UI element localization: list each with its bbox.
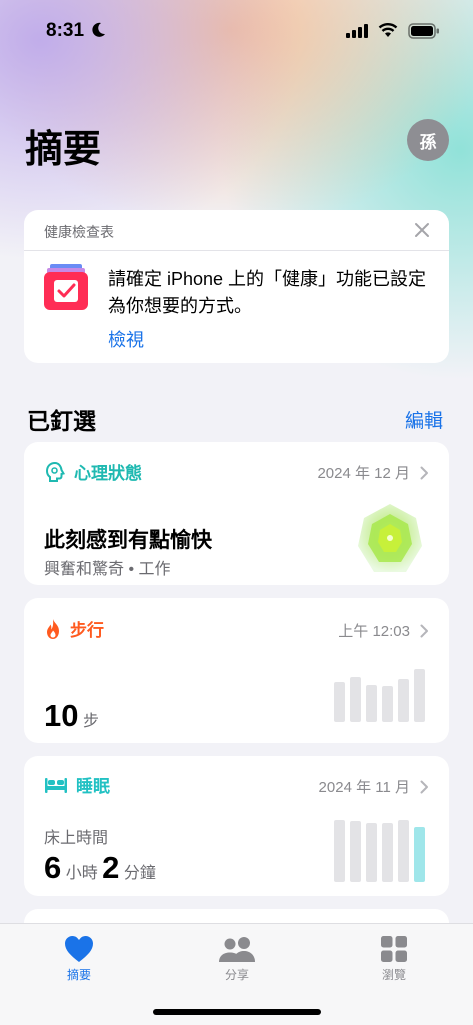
chart-bar [366, 823, 377, 882]
chart-bar [366, 685, 377, 722]
steps-bar-chart [334, 666, 425, 722]
tab-label: 瀏覽 [381, 968, 406, 982]
battery-icon [408, 23, 439, 39]
chevron-right-icon [420, 624, 428, 637]
bed-icon [45, 777, 67, 793]
close-icon[interactable] [412, 220, 432, 240]
checklist-icon [44, 264, 88, 310]
mood-detail: 興奮和驚奇 • 工作 [44, 561, 171, 578]
card-time: 上午 12:03 [338, 623, 410, 640]
mood-text: 此刻感到有點愉快 [44, 529, 212, 552]
sleep-bar-chart [334, 818, 425, 882]
chevron-right-icon [420, 780, 428, 793]
chart-bar [334, 682, 345, 722]
checklist-title: 健康檢查表 [44, 224, 114, 240]
card-category: 睡眠 [44, 772, 110, 797]
chart-bar [398, 820, 409, 882]
sleep-value: 6 小時 2 分鐘 [44, 850, 156, 886]
chart-bar [382, 686, 393, 722]
edit-button[interactable]: 編輯 [405, 406, 443, 433]
head-icon [45, 461, 66, 482]
steps-card[interactable]: 步行 上午 12:03 10 步 [24, 598, 449, 743]
category-label: 睡眠 [76, 777, 110, 796]
section-title-pinned: 已釘選 [27, 408, 96, 434]
sleep-minutes-unit: 分鐘 [123, 865, 156, 882]
heart-icon [65, 936, 93, 962]
chart-bar [350, 677, 361, 722]
tab-browse[interactable]: 瀏覽 [334, 932, 454, 983]
chart-bar [382, 823, 393, 882]
moon-icon [92, 22, 105, 37]
sleep-metric-label: 床上時間 [44, 830, 109, 847]
sleep-hours: 6 [44, 850, 62, 885]
tab-sharing[interactable]: 分享 [177, 932, 297, 983]
category-label: 步行 [70, 621, 104, 640]
avatar[interactable]: 孫 [407, 119, 449, 161]
home-indicator [153, 1009, 321, 1015]
chart-bar [414, 827, 425, 882]
card-meta: 上午 12:03 [338, 620, 429, 641]
page-title: 摘要 [25, 129, 102, 171]
divider [24, 250, 449, 251]
card-meta: 2024 年 12 月 [317, 462, 429, 483]
category-label: 心理狀態 [74, 464, 142, 483]
sleep-hours-unit: 小時 [65, 865, 98, 882]
grid-icon [381, 936, 407, 962]
card-date: 2024 年 12 月 [317, 465, 410, 482]
sleep-minutes: 2 [102, 850, 120, 885]
chevron-right-icon [420, 466, 428, 479]
steps-count: 10 [44, 698, 79, 733]
chart-bar [414, 669, 425, 722]
card-category: 步行 [44, 616, 104, 641]
signal-icon [346, 24, 368, 38]
state-of-mind-card[interactable]: 心理狀態 2024 年 12 月 此刻感到有點愉快 興奮和驚奇 • 工作 [24, 442, 449, 585]
steps-unit: 步 [82, 713, 99, 730]
health-checklist-card: 健康檢查表 請確定 iPhone 上的「健康」功能已設定為你想要的方式。 檢視 [24, 210, 449, 363]
wifi-icon [378, 23, 398, 37]
mood-orb-icon [358, 504, 422, 572]
chart-bar [398, 679, 409, 722]
card-category: 心理狀態 [44, 459, 142, 484]
card-date: 2024 年 11 月 [318, 779, 410, 796]
status-time: 8:31 [46, 20, 85, 41]
tab-label: 摘要 [66, 968, 91, 982]
flame-icon [47, 618, 59, 639]
checklist-message: 請確定 iPhone 上的「健康」功能已設定為你想要的方式。 [108, 269, 427, 316]
tab-summary[interactable]: 摘要 [19, 932, 139, 983]
tab-label: 分享 [224, 968, 249, 982]
view-link[interactable]: 檢視 [108, 326, 144, 352]
sleep-card[interactable]: 睡眠 2024 年 11 月 床上時間 6 小時 2 分鐘 [24, 756, 449, 896]
chart-bar [350, 821, 361, 882]
card-meta: 2024 年 11 月 [319, 776, 429, 797]
people-icon [219, 937, 255, 962]
chart-bar [334, 820, 345, 882]
steps-value: 10 步 [44, 698, 99, 734]
